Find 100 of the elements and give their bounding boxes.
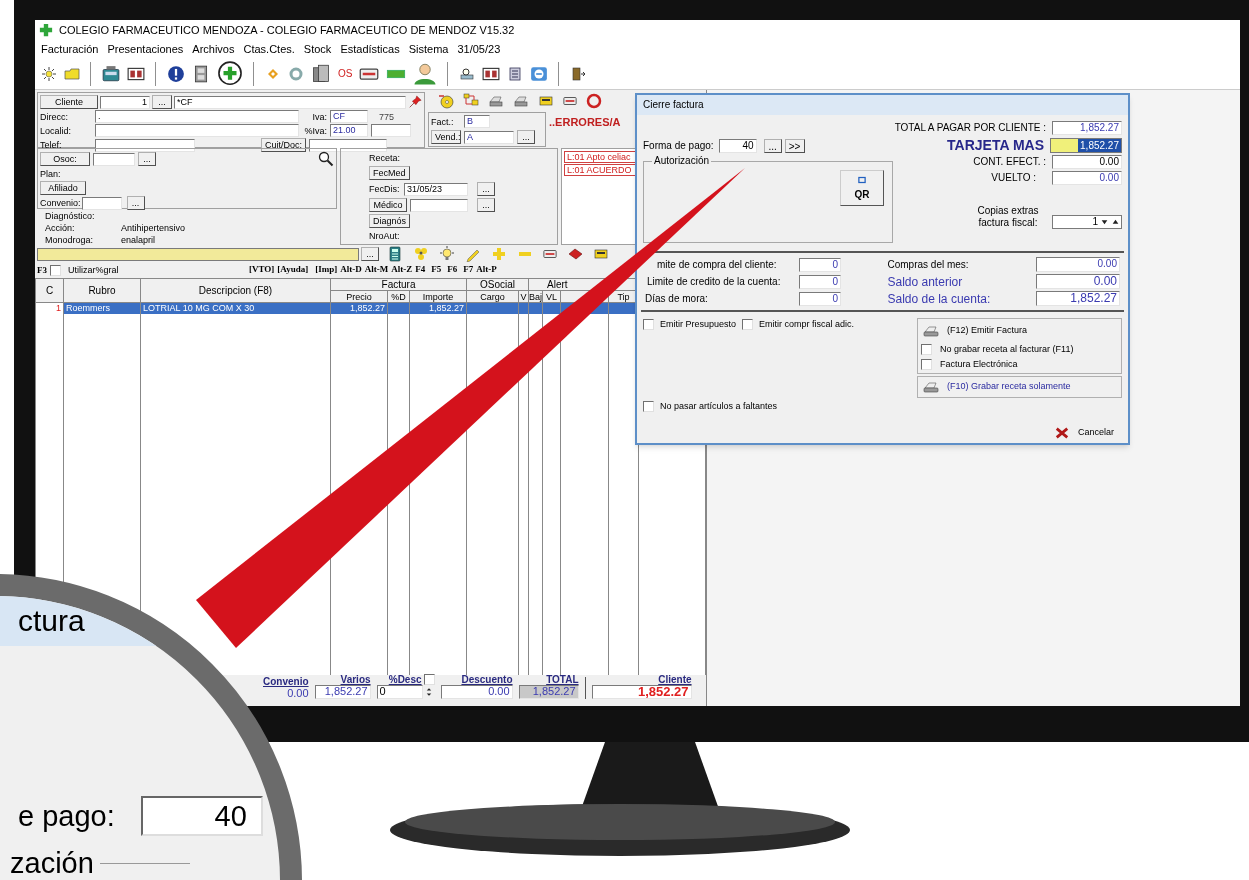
record-prescription-button[interactable]: (F10) Grabar receta solamente <box>917 376 1122 398</box>
more-button[interactable]: ... <box>477 198 495 212</box>
down-arrow-icon[interactable] <box>1100 217 1109 227</box>
shortcut-key[interactable]: [Imp] <box>315 263 338 277</box>
column-header[interactable]: Descripcion (F8) <box>198 284 273 296</box>
exit-door-icon[interactable] <box>570 65 587 82</box>
search-field[interactable] <box>37 247 359 261</box>
input-field[interactable]: 0.00 <box>1036 274 1120 289</box>
menu-item[interactable]: Sistema <box>408 40 449 58</box>
cancel-button[interactable]: Cancelar <box>1053 426 1114 440</box>
menu-item[interactable]: Estadísticas <box>340 40 400 58</box>
afiliado-button[interactable]: Afiliado <box>40 181 86 195</box>
fecmed-button[interactable]: FecMed <box>369 166 410 180</box>
disc-icon[interactable] <box>438 93 454 109</box>
shortcut-key[interactable]: Alt-Z <box>391 263 413 277</box>
checkbox[interactable] <box>50 264 61 276</box>
plus-bubble-icon[interactable] <box>217 60 243 87</box>
input-field[interactable]: 1,852.27 <box>314 685 371 699</box>
checkbox[interactable] <box>742 318 754 330</box>
minus-icon[interactable] <box>530 64 549 83</box>
input-field[interactable]: 1,852.27 <box>591 685 692 699</box>
input-field[interactable]: 0.00 <box>1052 171 1122 185</box>
spinner-field[interactable]: 1 <box>1052 215 1122 229</box>
input-field[interactable]: 0 <box>799 291 841 306</box>
input-field[interactable]: 0.00 <box>440 685 513 699</box>
shortcut-key[interactable]: F7 <box>463 263 474 277</box>
input-field[interactable]: 0 <box>799 257 841 272</box>
checkbox[interactable] <box>921 358 932 370</box>
more-button[interactable]: ... <box>517 130 535 144</box>
input-field[interactable]: 1,852.27 <box>1052 121 1122 135</box>
input-field[interactable] <box>95 124 299 137</box>
shortcut-key[interactable]: F6 <box>447 263 458 277</box>
calculator-icon[interactable] <box>387 246 403 262</box>
input-field[interactable] <box>410 198 468 212</box>
sun-icon[interactable] <box>41 65 57 82</box>
menu-item[interactable]: Ctas.Ctes. <box>243 40 295 58</box>
menu-item[interactable]: Archivos <box>192 40 235 58</box>
shortcut-key[interactable]: F4 <box>415 263 426 277</box>
input-field[interactable]: 1,852.27 <box>1050 137 1122 153</box>
medico-button[interactable]: Médico <box>369 198 407 212</box>
input-field[interactable]: 0.00 <box>1036 257 1120 272</box>
input-field[interactable] <box>93 152 135 166</box>
more-button[interactable]: ... <box>361 247 379 261</box>
printer-icon[interactable] <box>513 93 529 109</box>
input-field[interactable]: 1,852.27 <box>1036 291 1120 306</box>
column-header[interactable]: V <box>520 291 527 302</box>
stop-icon[interactable] <box>586 93 602 109</box>
ring-icon[interactable] <box>288 65 304 82</box>
cliente-button[interactable]: Cliente <box>40 95 98 109</box>
card-icon[interactable] <box>563 94 577 108</box>
input-field[interactable] <box>371 124 411 137</box>
input-field[interactable]: . <box>95 110 299 123</box>
shortcut-key[interactable]: [VTO] <box>249 263 275 277</box>
qr-button[interactable]: QR <box>840 170 884 206</box>
cabinet-icon[interactable] <box>192 64 210 83</box>
pin-icon[interactable] <box>408 95 422 109</box>
input-field[interactable]: CF <box>330 110 368 123</box>
column-header[interactable]: C <box>45 284 54 296</box>
osoc-button[interactable]: Osoc: <box>40 152 90 166</box>
document-icon[interactable] <box>507 65 524 82</box>
input-field[interactable]: 0 <box>799 274 841 289</box>
info-icon[interactable] <box>167 64 185 83</box>
printer-icon[interactable] <box>488 93 504 109</box>
shortcut-key[interactable]: [Ayuda] <box>277 263 309 277</box>
input-field[interactable]: 40 <box>718 139 757 153</box>
more-button[interactable]: ... <box>138 152 156 166</box>
menu-item[interactable]: Stock <box>303 40 332 58</box>
search-icon[interactable] <box>318 151 334 167</box>
up-arrow-icon[interactable] <box>1111 217 1120 227</box>
lightbulb-icon[interactable] <box>439 246 455 262</box>
more-button[interactable]: ... <box>477 182 495 196</box>
tree-icon[interactable] <box>463 93 479 109</box>
checkbox[interactable] <box>643 400 654 412</box>
input-field[interactable]: 1 <box>100 95 150 109</box>
diagnos-button[interactable]: Diagnós <box>369 214 411 228</box>
input-field[interactable]: *CF <box>174 95 406 109</box>
shortcut-key[interactable]: Alt-P <box>476 263 497 277</box>
input-field[interactable]: 0 <box>376 685 423 699</box>
input-field[interactable]: 40 <box>140 796 263 836</box>
toolbar-label[interactable]: OS <box>338 66 353 81</box>
menu-item[interactable]: 31/05/23 <box>457 40 501 58</box>
checkbox[interactable] <box>423 674 435 685</box>
column-header[interactable]: Baj <box>529 291 542 302</box>
checkbox[interactable] <box>921 343 932 355</box>
column-header[interactable]: Rubro <box>88 284 116 296</box>
input-field[interactable]: 31/05/23 <box>404 182 468 196</box>
shortcut-key[interactable]: Alt-M <box>364 263 389 277</box>
input-field[interactable]: B <box>464 115 490 128</box>
more-button[interactable]: ... <box>763 139 782 153</box>
input-field[interactable]: 1,852.27 <box>518 685 579 699</box>
person-icon[interactable] <box>413 61 438 86</box>
input-field[interactable]: 0.00 <box>1052 155 1122 169</box>
next-button[interactable]: >> <box>784 139 805 153</box>
menu-item[interactable]: Facturación <box>41 40 99 58</box>
more-button[interactable]: ... <box>126 196 145 210</box>
checkbox[interactable] <box>643 318 654 330</box>
card-icon[interactable] <box>543 247 557 261</box>
shortcut-key[interactable]: Alt-D <box>340 263 362 277</box>
column-header[interactable]: Alert <box>529 279 638 290</box>
more-button[interactable]: ... <box>152 95 172 109</box>
